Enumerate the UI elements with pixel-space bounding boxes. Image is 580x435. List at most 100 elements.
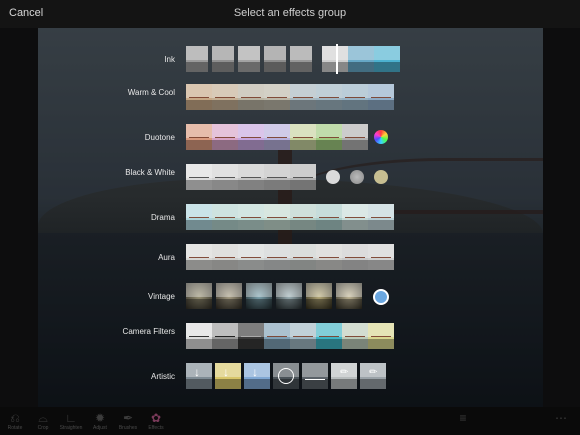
effect-thumb[interactable] — [216, 283, 242, 309]
effect-thumb[interactable] — [264, 124, 290, 150]
effect-thumb[interactable] — [186, 84, 212, 110]
effect-thumb[interactable] — [273, 363, 299, 389]
color-wheel-icon[interactable] — [374, 130, 388, 144]
effect-thumb[interactable] — [238, 323, 264, 349]
effect-thumb[interactable] — [186, 244, 212, 270]
effect-thumb[interactable] — [246, 283, 272, 309]
effect-thumb[interactable] — [306, 283, 332, 309]
tool-adjust[interactable]: ✹ Adjust — [87, 411, 113, 431]
effect-thumb[interactable] — [186, 283, 212, 309]
effect-label: Warm & Cool — [127, 88, 175, 97]
effect-thumb[interactable] — [264, 244, 290, 270]
effect-thumb[interactable] — [342, 244, 368, 270]
black-white-thumbs — [186, 164, 316, 190]
effect-thumb[interactable] — [290, 124, 316, 150]
ink-color-thumb[interactable] — [374, 46, 400, 72]
effect-thumb[interactable] — [212, 204, 238, 230]
effect-thumb[interactable] — [238, 84, 264, 110]
effect-thumb[interactable] — [316, 84, 342, 110]
effect-thumb[interactable] — [276, 283, 302, 309]
arrow-down-icon: ↓ — [252, 365, 258, 379]
effect-thumb[interactable] — [336, 283, 362, 309]
effect-thumb[interactable] — [316, 323, 342, 349]
ink-thumb[interactable] — [290, 46, 312, 72]
effect-thumb[interactable] — [316, 204, 342, 230]
effect-thumb[interactable] — [186, 124, 212, 150]
effect-thumb[interactable] — [186, 164, 212, 190]
pencil-icon: ✏ — [369, 367, 378, 378]
ink-slider-handle[interactable] — [336, 44, 338, 74]
effect-thumb[interactable] — [186, 204, 212, 230]
effect-label: Camera Filters — [122, 327, 175, 336]
effect-label: Black & White — [125, 168, 175, 177]
page-title: Select an effects group — [233, 7, 347, 19]
ink-thumb[interactable] — [186, 46, 208, 72]
tool-effects[interactable]: ✿ Effects — [143, 411, 169, 431]
effect-thumb[interactable] — [238, 164, 264, 190]
effect-thumb[interactable]: ↓ — [215, 363, 241, 389]
effect-thumb[interactable] — [212, 164, 238, 190]
effect-thumb[interactable] — [264, 323, 290, 349]
effect-thumb[interactable] — [342, 124, 368, 150]
effect-thumb[interactable] — [290, 164, 316, 190]
effect-thumb[interactable] — [212, 124, 238, 150]
effect-thumb[interactable]: ✏ — [360, 363, 386, 389]
tool-label: Straighten — [59, 425, 83, 431]
ink-thumb[interactable] — [238, 46, 260, 72]
tool-rotate[interactable]: ⎌ Rotate — [2, 411, 28, 431]
effect-thumb[interactable] — [290, 244, 316, 270]
effect-thumb[interactable] — [290, 204, 316, 230]
ink-thumb[interactable] — [212, 46, 234, 72]
circle-icon — [278, 368, 294, 384]
effect-label: Aura — [158, 253, 175, 262]
effect-thumb[interactable] — [212, 244, 238, 270]
effect-thumb[interactable] — [368, 204, 394, 230]
effect-thumb[interactable] — [316, 124, 342, 150]
tool-label: Rotate — [7, 425, 23, 431]
effect-thumb[interactable] — [302, 363, 328, 389]
tool-label: Crop — [37, 425, 49, 431]
layers-icon: ≡ — [459, 411, 467, 425]
effect-thumb[interactable] — [264, 84, 290, 110]
effect-thumb[interactable] — [290, 323, 316, 349]
effect-thumb[interactable] — [212, 323, 238, 349]
effect-thumb[interactable] — [368, 244, 394, 270]
effect-row-camera-filters: Camera Filters — [0, 323, 580, 349]
effect-thumb[interactable] — [342, 204, 368, 230]
effect-thumb[interactable] — [368, 323, 394, 349]
effect-thumb[interactable]: ✏ — [331, 363, 357, 389]
layers-button[interactable]: ≡ — [450, 411, 476, 425]
vintage-option-icon[interactable] — [373, 289, 389, 305]
effect-thumb[interactable]: ↓ — [244, 363, 270, 389]
tone-circle-icon[interactable] — [374, 170, 388, 184]
ink-color-thumb[interactable] — [348, 46, 374, 72]
ink-thumb[interactable] — [264, 46, 286, 72]
effect-thumb[interactable] — [264, 204, 290, 230]
effect-thumb[interactable] — [238, 124, 264, 150]
tool-straighten[interactable]: ∟ Straighten — [58, 411, 84, 431]
effect-thumb[interactable] — [264, 164, 290, 190]
effect-thumb[interactable] — [238, 204, 264, 230]
effect-thumb[interactable] — [342, 323, 368, 349]
tool-brushes[interactable]: ✒ Brushes — [115, 411, 141, 431]
tool-crop[interactable]: ⌓ Crop — [30, 411, 56, 431]
camera-filters-thumbs — [186, 323, 394, 349]
effect-thumb[interactable] — [342, 84, 368, 110]
effect-thumb[interactable] — [238, 244, 264, 270]
vintage-thumbs — [186, 283, 362, 309]
effect-thumb[interactable] — [368, 84, 394, 110]
tone-circle-icon[interactable] — [350, 170, 364, 184]
artistic-thumbs: ↓ ↓ ↓ ✏ ✏ — [186, 363, 386, 389]
ink-color-thumb[interactable] — [322, 46, 348, 72]
effect-thumb[interactable] — [212, 84, 238, 110]
effect-label: Ink — [164, 55, 175, 64]
effect-thumb[interactable] — [290, 84, 316, 110]
effect-thumb[interactable] — [316, 244, 342, 270]
warm-cool-thumbs — [186, 84, 394, 110]
effect-row-duotone: Duotone — [0, 124, 580, 150]
effect-thumb[interactable] — [186, 323, 212, 349]
effect-thumb[interactable]: ↓ — [186, 363, 212, 389]
tone-circle-icon[interactable] — [326, 170, 340, 184]
effect-row-drama: Drama — [0, 204, 580, 230]
more-button[interactable]: ⋯ — [548, 411, 574, 425]
